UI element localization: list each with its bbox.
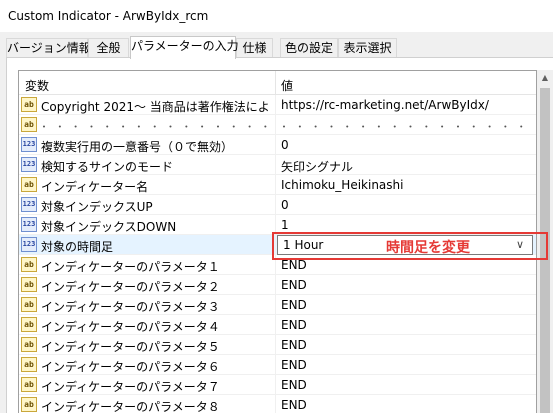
string-type-icon: ab	[21, 397, 37, 412]
cell-divider	[275, 275, 276, 295]
variable-name: 対象インデックスUP	[41, 200, 153, 214]
number-type-icon: 123	[21, 157, 37, 172]
table-row[interactable]: ab インディケーターのパラメータ５ END	[19, 335, 536, 355]
cell-divider	[275, 335, 276, 355]
variable-name: 対象の時間足	[41, 240, 114, 254]
variable-name: インディケーターのパラメータ２	[41, 280, 220, 294]
parameter-value[interactable]: END	[281, 318, 531, 332]
variable-name: インディケーター名	[41, 180, 149, 194]
variable-name: インディケーターのパラメータ６	[41, 360, 220, 374]
cell-divider	[275, 295, 276, 315]
parameter-value[interactable]: END	[281, 358, 531, 372]
cell-divider	[275, 195, 276, 215]
string-type-icon: ab	[21, 357, 37, 372]
variable-name: インディケーターのパラメータ４	[41, 320, 220, 334]
cell-divider	[275, 115, 276, 135]
string-type-icon: ab	[21, 257, 37, 272]
number-type-icon: 123	[21, 237, 37, 252]
window-title: Custom Indicator - ArwByIdx_rcm	[8, 9, 209, 23]
string-type-icon: ab	[21, 297, 37, 312]
string-type-icon: ab	[21, 377, 37, 392]
string-type-icon: ab	[21, 277, 37, 292]
table-row[interactable]: ab ･ ･ ･ ･ ･ ･ ･ ･ ･ ･ ･ ･ ･ ･ ･ ･ ･ ･ ･ …	[19, 115, 536, 135]
tab-input-parameters[interactable]: パラメーターの入力	[130, 36, 239, 59]
table-row[interactable]: ab インディケーターのパラメータ８ END	[19, 395, 536, 413]
table-row[interactable]: ab インディケーター名 Ichimoku_Heikinashi	[19, 175, 536, 195]
table-row[interactable]: ab インディケーターのパラメータ２ END	[19, 275, 536, 295]
parameter-value[interactable]: https://rc-marketing.net/ArwByIdx/	[281, 98, 531, 112]
variable-name: インディケーターのパラメータ１	[41, 260, 220, 274]
parameter-value[interactable]: 矢印シグナル	[281, 158, 531, 175]
table-row[interactable]: ab インディケーターのパラメータ６ END	[19, 355, 536, 375]
variable-name: 検知するサインのモード	[41, 160, 174, 174]
tab-version-info[interactable]: バージョン情報	[6, 38, 91, 58]
parameter-value[interactable]: 0	[281, 198, 531, 212]
tab-strip: バージョン情報 全般 パラメーターの入力 仕様 色の設定 表示選択	[0, 36, 553, 59]
variable-name: インディケーターのパラメータ５	[41, 340, 220, 354]
cell-divider	[275, 155, 276, 175]
cell-divider	[275, 135, 276, 155]
column-header-value[interactable]: 値	[281, 77, 293, 94]
variable-name: インディケーターのパラメータ８	[41, 400, 220, 413]
number-type-icon: 123	[21, 197, 37, 212]
tab-general[interactable]: 全般	[88, 38, 129, 58]
parameter-value[interactable]: ･ ･ ･ ･ ･ ･ ･ ･ ･ ･ ･ ･ ･ ･ ･ ･ ･ ･ ･ ･ …	[281, 118, 531, 135]
string-type-icon: ab	[21, 337, 37, 352]
string-type-icon: ab	[21, 317, 37, 332]
column-divider[interactable]	[275, 71, 276, 95]
parameter-value[interactable]: END	[281, 378, 531, 392]
cell-divider	[275, 375, 276, 395]
variable-name: インディケーターのパラメータ７	[41, 380, 220, 394]
parameter-value[interactable]: END	[281, 298, 531, 312]
string-type-icon: ab	[21, 117, 37, 132]
cell-divider	[275, 315, 276, 335]
tab-display-selection[interactable]: 表示選択	[338, 38, 397, 58]
string-type-icon: ab	[21, 97, 37, 112]
number-type-icon: 123	[21, 137, 37, 152]
variable-name: 複数実行用の一意番号（０で無効）	[41, 140, 234, 154]
parameter-value[interactable]: END	[281, 398, 531, 412]
table-row[interactable]: ab Copyright 2021～ 当商品は著作権法により･.. https://…	[19, 95, 536, 115]
parameter-value[interactable]: 1	[281, 218, 531, 232]
variable-name: Copyright 2021～ 当商品は著作権法により･..	[41, 100, 271, 114]
tab-specification[interactable]: 仕様	[236, 38, 273, 58]
cell-divider	[275, 175, 276, 195]
tab-color-settings[interactable]: 色の設定	[280, 38, 338, 58]
parameter-value[interactable]: Ichimoku_Heikinashi	[281, 178, 531, 192]
scroll-up-arrow-icon[interactable]: ▲	[537, 70, 553, 86]
table-row[interactable]: 123 検知するサインのモード 矢印シグナル	[19, 155, 536, 175]
variable-name: インディケーターのパラメータ３	[41, 300, 220, 314]
annotation-change-timeframe: 時間足を変更	[386, 240, 470, 256]
table-row[interactable]: 123 対象インデックスUP 0	[19, 195, 536, 215]
cell-divider	[275, 355, 276, 375]
cell-divider	[275, 95, 276, 115]
table-row[interactable]: 123 複数実行用の一意番号（０で無効） 0	[19, 135, 536, 155]
parameter-value[interactable]: END	[281, 258, 531, 272]
table-row[interactable]: ab インディケーターのパラメータ３ END	[19, 295, 536, 315]
parameter-value[interactable]: 0	[281, 138, 531, 152]
table-row[interactable]: ab インディケーターのパラメータ７ END	[19, 375, 536, 395]
variable-name: 対象インデックスDOWN	[41, 220, 177, 234]
string-type-icon: ab	[21, 177, 37, 192]
table-row[interactable]: ab インディケーターのパラメータ４ END	[19, 315, 536, 335]
cell-divider	[275, 395, 276, 413]
title-bar: Custom Indicator - ArwByIdx_rcm	[0, 0, 553, 32]
grid-header: 変数 値	[19, 71, 536, 95]
variable-name: ･ ･ ･ ･ ･ ･ ･ ･ ･ ･ ･ ･ ･ ･ ･ ･ ･ ･ ･ ･ …	[41, 120, 271, 134]
column-header-variable[interactable]: 変数	[25, 77, 49, 94]
number-type-icon: 123	[21, 217, 37, 232]
parameter-value[interactable]: END	[281, 338, 531, 352]
parameter-value[interactable]: END	[281, 278, 531, 292]
